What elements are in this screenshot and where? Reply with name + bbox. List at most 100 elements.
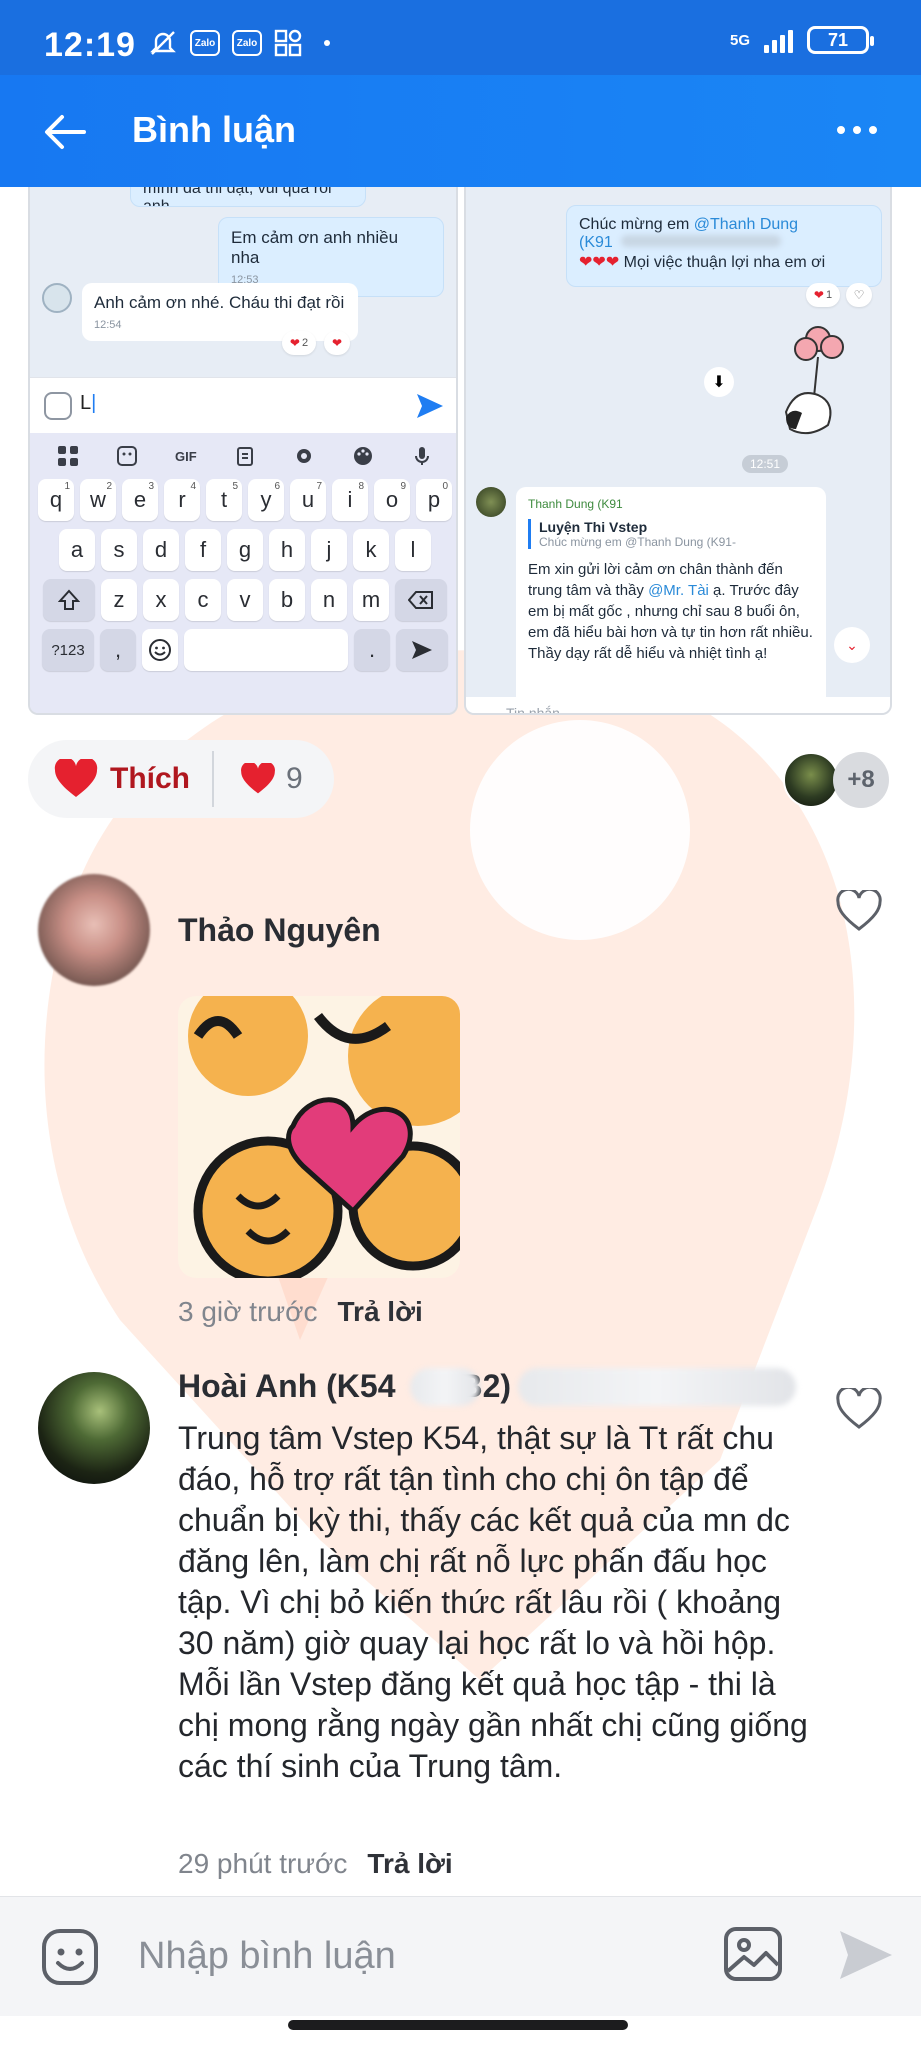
redacted-text (518, 1368, 796, 1406)
key: u7 (290, 479, 326, 521)
chat-screenshot-right: Chúc mừng em @Thanh Dung (K91 ❤❤❤ Mọi vi… (464, 187, 892, 715)
key: z (101, 579, 137, 621)
key: l (395, 529, 431, 571)
chat-screenshot-left: mình đã thi đạt, vui quá rồi anh Em cảm … (28, 187, 458, 715)
avatar (42, 283, 72, 313)
clipboard-icon (236, 447, 253, 466)
zalo-icon: Zalo (190, 30, 220, 56)
more-horizontal-icon[interactable] (829, 115, 885, 145)
chat-bubble: Chúc mừng em @Thanh Dung (K91 ❤❤❤ Mọi vi… (566, 205, 882, 287)
key: t5 (206, 479, 242, 521)
heart-icon (54, 759, 98, 797)
enter-key (396, 629, 448, 671)
comment-time: 3 giờ trước (178, 1296, 318, 1327)
chat-input-bar: Tin nhắn (466, 697, 890, 713)
key: v (227, 579, 263, 621)
battery-icon: 71 (807, 26, 874, 54)
name-part: Hoài Anh (K54 (178, 1368, 396, 1404)
apps-icon (274, 29, 302, 57)
key: o9 (374, 479, 410, 521)
comma-key: , (100, 629, 136, 671)
send-icon (417, 394, 443, 418)
mic-icon (415, 447, 430, 465)
emoji-icon[interactable] (40, 1927, 100, 1987)
signal-icon (764, 27, 793, 53)
chat-bubble: Thanh Dung (K91 Luyện Thi Vstep Chúc mừn… (516, 487, 826, 713)
keyboard-row-1: q1 w2 e3 r4 t5 y6 u7 i8 o9 p0 (30, 479, 456, 521)
message-input: L| (30, 377, 456, 433)
home-indicator (288, 2020, 628, 2030)
heart-icon (241, 763, 275, 794)
mute-bell-icon (150, 31, 176, 55)
heart-outline-icon: ♡ (846, 283, 872, 307)
notification-icons: Zalo Zalo (148, 28, 330, 58)
chat-bubble: Anh cảm ơn nhé. Cháu thi đạt rồi 12:54 (82, 283, 358, 341)
dot-icon (324, 40, 330, 46)
emoji-key (142, 629, 178, 671)
avatar (783, 752, 839, 808)
clock: 12:19 (44, 26, 136, 64)
keyboard: GIF q1 w2 e3 r4 t5 y6 u7 i8 o9 p0 a s d … (30, 433, 456, 713)
zalo-icon: Zalo (232, 30, 262, 56)
backspace-key (395, 579, 447, 621)
avatar (476, 487, 506, 517)
keyboard-row-2: a s d f g h j k l (30, 529, 456, 571)
redacted-text (410, 1368, 480, 1406)
sticker-image[interactable] (178, 996, 460, 1278)
reply-button[interactable]: Trả lời (367, 1848, 452, 1880)
send-icon (412, 641, 432, 659)
key: f (185, 529, 221, 571)
post-image[interactable]: mình đã thi đạt, vui quá rồi anh Em cảm … (28, 187, 892, 715)
key: e3 (122, 479, 158, 521)
symbols-key: ?123 (42, 629, 94, 671)
send-icon[interactable] (836, 1927, 896, 1983)
reply-button[interactable]: Trả lời (338, 1296, 423, 1328)
more-reactors: +8 (833, 752, 889, 808)
comment-time: 29 phút trước (178, 1848, 348, 1879)
keyboard-row-3: z x c v b n m (30, 579, 456, 621)
like-button[interactable]: Thích (28, 740, 212, 818)
commenter-name[interactable]: Thảo Nguyên (178, 912, 381, 949)
arrow-left-icon[interactable] (40, 107, 90, 157)
comment-input[interactable]: Nhập bình luận (138, 1935, 396, 1978)
avatar[interactable] (38, 874, 150, 986)
grid-icon (57, 446, 78, 466)
flower-sticker (784, 326, 844, 435)
key: c (185, 579, 221, 621)
palette-icon (354, 447, 373, 465)
emoji-icon (44, 392, 72, 420)
gif-button: GIF (174, 448, 197, 464)
shift-key (43, 579, 95, 621)
key: n (311, 579, 347, 621)
backspace-icon (408, 591, 433, 609)
chevron-down-icon: ⌄ (834, 627, 870, 663)
key: s (101, 529, 137, 571)
avatar[interactable] (38, 1372, 150, 1484)
key: g (227, 529, 263, 571)
smiley-icon (149, 639, 171, 661)
comment-meta: 29 phút trước Trả lời (178, 1848, 453, 1880)
comment-text: Trung tâm Vstep K54, thật sự là Tt rất c… (178, 1420, 808, 1784)
reactor-avatars[interactable]: +8 (783, 752, 889, 808)
app-bar: Bình luận (0, 75, 921, 187)
network-type: 5G (729, 31, 750, 49)
reaction-bar: Thích 9 (28, 740, 334, 818)
comment-meta: 3 giờ trước Trả lời (178, 1296, 423, 1328)
heart-outline-icon[interactable] (836, 1388, 882, 1430)
system-icons: 5G 71 (729, 26, 874, 54)
key: h (269, 529, 305, 571)
key: a (59, 529, 95, 571)
like-label: Thích (110, 762, 190, 795)
key: y6 (248, 479, 284, 521)
image-icon[interactable] (722, 1925, 784, 1983)
reaction-chip: ❤ 2 (282, 331, 316, 355)
heart-outline-icon[interactable] (836, 890, 882, 932)
key: w2 (80, 479, 116, 521)
keyboard-toolbar: GIF (30, 433, 456, 479)
key: j (311, 529, 347, 571)
comment-composer: Nhập bình luận (0, 1896, 921, 2016)
like-count[interactable]: 9 (214, 762, 303, 796)
key: m (353, 579, 389, 621)
screen: { "status_bar": { "time": "12:19", "zalo… (0, 0, 921, 2048)
key: q1 (38, 479, 74, 521)
